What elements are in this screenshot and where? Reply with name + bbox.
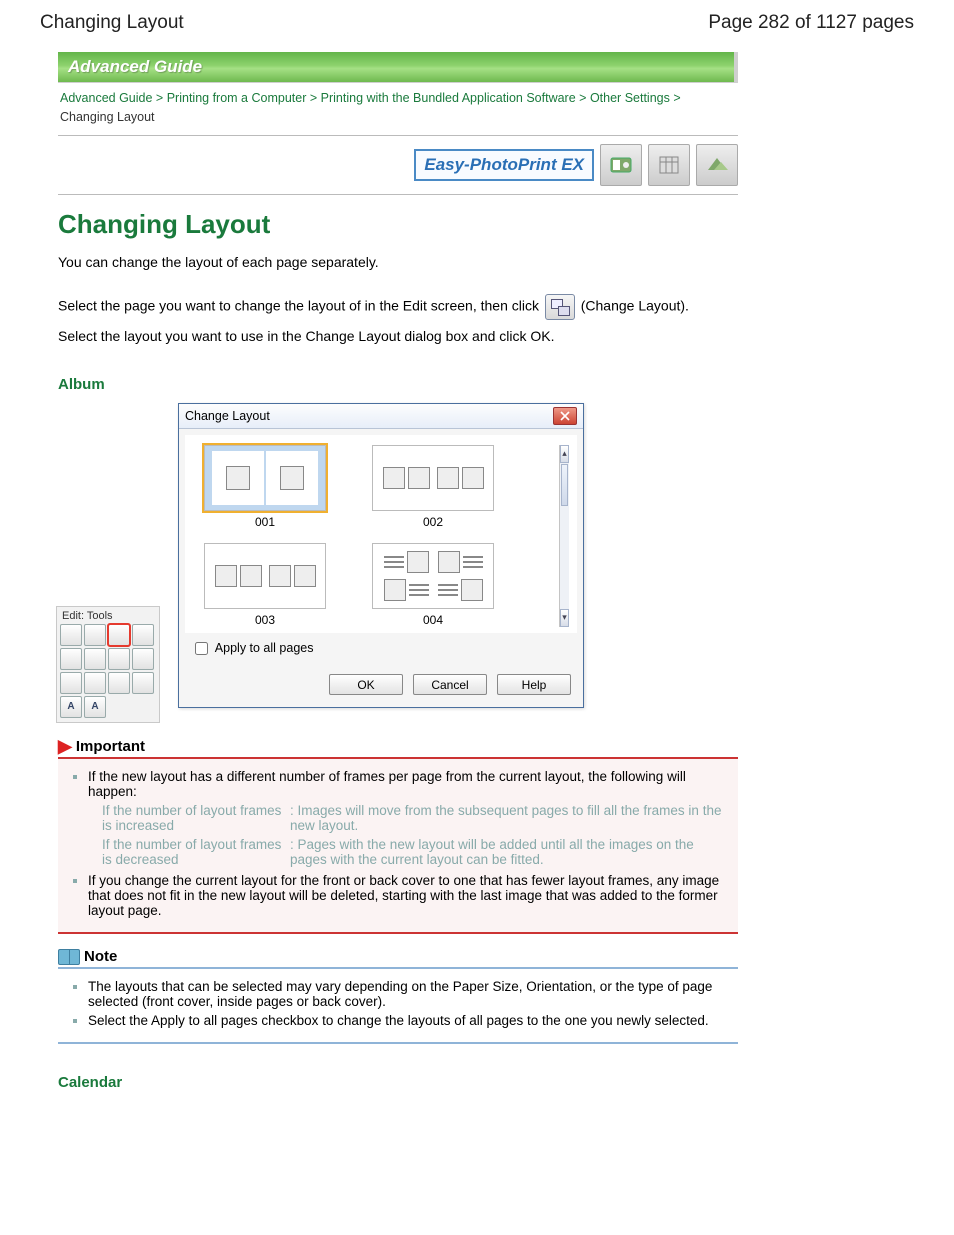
change-layout-dialog: Change Layout 001 [178, 403, 584, 708]
intro-text: (Change Layout). [581, 298, 689, 314]
important-bullet: If the new layout has a different number… [88, 769, 686, 799]
layout-mode-icon [696, 144, 738, 186]
doc-title: Changing Layout [40, 12, 184, 34]
breadcrumb-sep: > [579, 91, 586, 105]
guide-banner: Advanced Guide [58, 52, 738, 83]
apply-all-text: Apply to all pages [215, 641, 314, 655]
cond-label: If the number of layout frames is increa… [102, 803, 282, 833]
scrollbar[interactable]: ▴ ▾ [559, 445, 569, 627]
tool-page-setup-icon[interactable] [60, 672, 82, 694]
layout-thumb-label: 004 [363, 613, 503, 627]
layout-thumb[interactable]: 003 [195, 543, 335, 627]
important-title: Important [76, 738, 145, 755]
page-title: Changing Layout [58, 209, 738, 240]
intro-paragraph: Select the page you want to change the l… [58, 294, 738, 320]
calendar-subhead: Calendar [58, 1074, 738, 1091]
breadcrumb-sep: > [310, 91, 317, 105]
layout-thumb[interactable]: 002 [363, 445, 503, 529]
cancel-button[interactable]: Cancel [413, 674, 487, 695]
ok-button[interactable]: OK [329, 674, 403, 695]
apply-all-checkbox[interactable] [195, 642, 208, 655]
note-callout: Note The layouts that can be selected ma… [58, 948, 738, 1044]
tool-swap-icon[interactable] [132, 624, 154, 646]
breadcrumb-link[interactable]: Printing from a Computer [167, 91, 307, 105]
note-title: Note [84, 948, 117, 965]
tool-text-settings-icon[interactable]: A [84, 696, 106, 718]
dialog-title: Change Layout [185, 409, 270, 423]
close-icon [560, 411, 570, 421]
breadcrumb-link[interactable]: Advanced Guide [60, 91, 152, 105]
edit-tools-panel: Edit: Tools A A [56, 606, 160, 723]
layout-thumb[interactable]: 004 [363, 543, 503, 627]
note-bullet: Select the Apply to all pages checkbox t… [88, 1013, 709, 1028]
cond-desc: : Images will move from the subsequent p… [290, 803, 732, 833]
tool-arrange-icon[interactable] [108, 672, 130, 694]
scroll-up-icon[interactable]: ▴ [560, 445, 569, 463]
calendar-mode-icon [648, 144, 690, 186]
tool-edit-icon[interactable] [132, 672, 154, 694]
breadcrumb: Advanced Guide > Printing from a Compute… [58, 83, 738, 136]
tool-frame-icon[interactable] [108, 648, 130, 670]
breadcrumb-current: Changing Layout [60, 110, 155, 124]
edit-tools-title: Edit: Tools [60, 609, 156, 624]
album-mode-icon [600, 144, 642, 186]
tool-rotate-left-icon[interactable] [60, 624, 82, 646]
app-logo-label: Easy-PhotoPrint EX [414, 149, 594, 181]
intro-text: Select the page you want to change the l… [58, 298, 543, 314]
note-bullet: The layouts that can be selected may var… [88, 979, 712, 1009]
tool-rotate-right-icon[interactable] [84, 624, 106, 646]
important-callout: ▶ Important If the new layout has a diff… [58, 737, 738, 934]
cond-label: If the number of layout frames is decrea… [102, 837, 282, 867]
breadcrumb-link[interactable]: Printing with the Bundled Application So… [321, 91, 576, 105]
tool-print-date-icon[interactable] [84, 672, 106, 694]
breadcrumb-sep: > [673, 91, 680, 105]
close-button[interactable] [553, 407, 577, 425]
breadcrumb-sep: > [156, 91, 163, 105]
album-subhead: Album [58, 376, 738, 393]
scroll-thumb[interactable] [561, 464, 568, 506]
page-counter: Page 282 of 1127 pages [708, 12, 914, 34]
intro-paragraph: Select the layout you want to use in the… [58, 326, 738, 346]
change-layout-icon [545, 294, 575, 320]
layout-thumb-label: 003 [195, 613, 335, 627]
scroll-down-icon[interactable]: ▾ [560, 609, 569, 627]
important-bullet: If you change the current layout for the… [88, 873, 719, 918]
apply-all-label[interactable]: Apply to all pages [191, 641, 313, 655]
tool-crop-icon[interactable] [84, 648, 106, 670]
breadcrumb-link[interactable]: Other Settings [590, 91, 670, 105]
cond-desc: : Pages with the new layout will be adde… [290, 837, 732, 867]
note-icon [58, 949, 80, 965]
help-button[interactable]: Help [497, 674, 571, 695]
tool-add-image-icon[interactable] [60, 648, 82, 670]
tool-change-layout-icon[interactable] [108, 624, 130, 646]
layout-thumb[interactable]: 001 [195, 445, 335, 529]
layout-thumb-label: 002 [363, 515, 503, 529]
intro-paragraph: You can change the layout of each page s… [58, 252, 738, 272]
layout-thumb-label: 001 [195, 515, 335, 529]
tool-add-text-icon[interactable]: A [60, 696, 82, 718]
tool-background-icon[interactable] [132, 648, 154, 670]
flag-icon: ▶ [58, 737, 72, 755]
